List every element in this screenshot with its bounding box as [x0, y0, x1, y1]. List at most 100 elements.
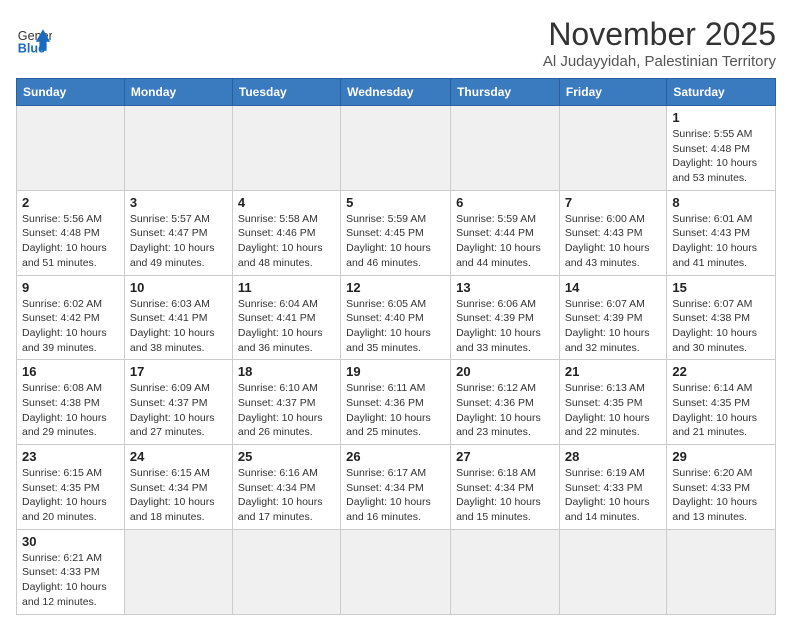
day-cell-11: 11Sunrise: 6:04 AMSunset: 4:41 PMDayligh… — [232, 275, 340, 360]
day-cell-5: 5Sunrise: 5:59 AMSunset: 4:45 PMDaylight… — [341, 190, 451, 275]
col-monday: Monday — [124, 79, 232, 106]
day-cell-15: 15Sunrise: 6:07 AMSunset: 4:38 PMDayligh… — [667, 275, 776, 360]
day-cell-20: 20Sunrise: 6:12 AMSunset: 4:36 PMDayligh… — [451, 360, 560, 445]
calendar-row-1: 1Sunrise: 5:55 AMSunset: 4:48 PMDaylight… — [17, 106, 776, 191]
location-title: Al Judayyidah, Palestinian Territory — [543, 53, 776, 70]
day-info-16: Sunrise: 6:08 AMSunset: 4:38 PMDaylight:… — [22, 381, 119, 440]
day-number-29: 29 — [672, 449, 770, 464]
day-cell-23: 23Sunrise: 6:15 AMSunset: 4:35 PMDayligh… — [17, 445, 125, 530]
day-cell-7: 7Sunrise: 6:00 AMSunset: 4:43 PMDaylight… — [559, 190, 666, 275]
day-info-3: Sunrise: 5:57 AMSunset: 4:47 PMDaylight:… — [130, 212, 227, 271]
day-info-28: Sunrise: 6:19 AMSunset: 4:33 PMDaylight:… — [565, 466, 661, 525]
calendar-row-3: 9 Sunrise: 6:02 AMSunset: 4:42 PMDaylight… — [17, 275, 776, 360]
day-number-26: 26 — [346, 449, 445, 464]
day-cell-8: 8 Sunrise: 6:01 AMSunset: 4:43 PMDaylight… — [667, 190, 776, 275]
day-number-23: 23 — [22, 449, 119, 464]
day-cell-28: 28 Sunrise: 6:19 AMSunset: 4:33 PMDayligh… — [559, 445, 666, 530]
day-cell-4: 4 Sunrise: 5:58 AMSunset: 4:46 PMDaylight… — [232, 190, 340, 275]
empty-cell — [124, 529, 232, 614]
day-info-5: Sunrise: 5:59 AMSunset: 4:45 PMDaylight:… — [346, 212, 445, 271]
title-block: November 2025 Al Judayyidah, Palestinian… — [543, 16, 776, 70]
day-cell-21: 21 Sunrise: 6:13 AMSunset: 4:35 PMDayligh… — [559, 360, 666, 445]
day-info-27: Sunrise: 6:18 AMSunset: 4:34 PMDaylight:… — [456, 466, 554, 525]
weekday-header-row: Sunday Monday Tuesday Wednesday Thursday… — [17, 79, 776, 106]
col-saturday: Saturday — [667, 79, 776, 106]
day-cell-12: 12 Sunrise: 6:05 AMSunset: 4:40 PMDayligh… — [341, 275, 451, 360]
col-friday: Friday — [559, 79, 666, 106]
day-info-8: Sunrise: 6:01 AMSunset: 4:43 PMDaylight:… — [672, 212, 770, 271]
day-info-22: Sunrise: 6:14 AMSunset: 4:35 PMDaylight:… — [672, 381, 770, 440]
day-number-11: 11 — [238, 280, 335, 295]
day-number-30: 30 — [22, 534, 119, 549]
empty-cell — [124, 106, 232, 191]
day-number-1: 1 — [672, 110, 770, 125]
day-cell-2: 2 Sunrise: 5:56 AMSunset: 4:48 PMDaylight… — [17, 190, 125, 275]
col-sunday: Sunday — [17, 79, 125, 106]
day-cell-3: 3 Sunrise: 5:57 AMSunset: 4:47 PMDaylight… — [124, 190, 232, 275]
empty-cell — [667, 529, 776, 614]
day-info-21: Sunrise: 6:13 AMSunset: 4:35 PMDaylight:… — [565, 381, 661, 440]
calendar-row-6: 30 Sunrise: 6:21 AMSunset: 4:33 PMDayligh… — [17, 529, 776, 614]
day-number-15: 15 — [672, 280, 770, 295]
empty-cell — [559, 106, 666, 191]
day-info-20: Sunrise: 6:12 AMSunset: 4:36 PMDaylight:… — [456, 381, 554, 440]
day-cell-29: 29Sunrise: 6:20 AMSunset: 4:33 PMDayligh… — [667, 445, 776, 530]
day-info-17: Sunrise: 6:09 AMSunset: 4:37 PMDaylight:… — [130, 381, 227, 440]
empty-cell — [559, 529, 666, 614]
day-cell-9: 9 Sunrise: 6:02 AMSunset: 4:42 PMDaylight… — [17, 275, 125, 360]
day-number-7: 7 — [565, 195, 661, 210]
day-info-24: Sunrise: 6:15 AMSunset: 4:34 PMDaylight:… — [130, 466, 227, 525]
day-cell-13: 13 Sunrise: 6:06 AMSunset: 4:39 PMDayligh… — [451, 275, 560, 360]
day-number-18: 18 — [238, 364, 335, 379]
calendar-row-4: 16Sunrise: 6:08 AMSunset: 4:38 PMDayligh… — [17, 360, 776, 445]
day-info-19: Sunrise: 6:11 AMSunset: 4:36 PMDaylight:… — [346, 381, 445, 440]
empty-cell — [451, 106, 560, 191]
day-info-12: Sunrise: 6:05 AMSunset: 4:40 PMDaylight:… — [346, 297, 445, 356]
day-cell-10: 10 Sunrise: 6:03 AMSunset: 4:41 PMDayligh… — [124, 275, 232, 360]
calendar: Sunday Monday Tuesday Wednesday Thursday… — [16, 78, 776, 615]
day-cell-27: 27Sunrise: 6:18 AMSunset: 4:34 PMDayligh… — [451, 445, 560, 530]
day-info-6: Sunrise: 5:59 AMSunset: 4:44 PMDaylight:… — [456, 212, 554, 271]
day-number-14: 14 — [565, 280, 661, 295]
day-number-3: 3 — [130, 195, 227, 210]
calendar-row-5: 23Sunrise: 6:15 AMSunset: 4:35 PMDayligh… — [17, 445, 776, 530]
col-thursday: Thursday — [451, 79, 560, 106]
empty-cell — [451, 529, 560, 614]
logo-icon: General Blue — [16, 22, 52, 58]
day-cell-18: 18 Sunrise: 6:10 AMSunset: 4:37 PMDayligh… — [232, 360, 340, 445]
calendar-row-2: 2 Sunrise: 5:56 AMSunset: 4:48 PMDaylight… — [17, 190, 776, 275]
day-info-30: Sunrise: 6:21 AMSunset: 4:33 PMDaylight:… — [22, 551, 119, 610]
day-info-14: Sunrise: 6:07 AMSunset: 4:39 PMDaylight:… — [565, 297, 661, 356]
day-info-4: Sunrise: 5:58 AMSunset: 4:46 PMDaylight:… — [238, 212, 335, 271]
empty-cell — [232, 106, 340, 191]
day-info-18: Sunrise: 6:10 AMSunset: 4:37 PMDaylight:… — [238, 381, 335, 440]
day-info-2: Sunrise: 5:56 AMSunset: 4:48 PMDaylight:… — [22, 212, 119, 271]
day-info-25: Sunrise: 6:16 AMSunset: 4:34 PMDaylight:… — [238, 466, 335, 525]
day-number-9: 9 — [22, 280, 119, 295]
header: General Blue November 2025 Al Judayyidah… — [16, 16, 776, 70]
day-number-13: 13 — [456, 280, 554, 295]
day-number-8: 8 — [672, 195, 770, 210]
day-cell-25: 25 Sunrise: 6:16 AMSunset: 4:34 PMDayligh… — [232, 445, 340, 530]
day-cell-14: 14 Sunrise: 6:07 AMSunset: 4:39 PMDayligh… — [559, 275, 666, 360]
day-info-9: Sunrise: 6:02 AMSunset: 4:42 PMDaylight:… — [22, 297, 119, 356]
day-cell-6: 6 Sunrise: 5:59 AMSunset: 4:44 PMDaylight… — [451, 190, 560, 275]
col-tuesday: Tuesday — [232, 79, 340, 106]
day-number-21: 21 — [565, 364, 661, 379]
day-number-12: 12 — [346, 280, 445, 295]
day-info-13: Sunrise: 6:06 AMSunset: 4:39 PMDaylight:… — [456, 297, 554, 356]
day-cell-16: 16Sunrise: 6:08 AMSunset: 4:38 PMDayligh… — [17, 360, 125, 445]
day-number-2: 2 — [22, 195, 119, 210]
day-info-26: Sunrise: 6:17 AMSunset: 4:34 PMDaylight:… — [346, 466, 445, 525]
day-number-28: 28 — [565, 449, 661, 464]
day-number-22: 22 — [672, 364, 770, 379]
day-number-4: 4 — [238, 195, 335, 210]
day-number-24: 24 — [130, 449, 227, 464]
day-number-6: 6 — [456, 195, 554, 210]
day-number-25: 25 — [238, 449, 335, 464]
day-cell-1: 1Sunrise: 5:55 AMSunset: 4:48 PMDaylight… — [667, 106, 776, 191]
day-number-10: 10 — [130, 280, 227, 295]
empty-cell — [341, 529, 451, 614]
day-info-10: Sunrise: 6:03 AMSunset: 4:41 PMDaylight:… — [130, 297, 227, 356]
day-number-19: 19 — [346, 364, 445, 379]
